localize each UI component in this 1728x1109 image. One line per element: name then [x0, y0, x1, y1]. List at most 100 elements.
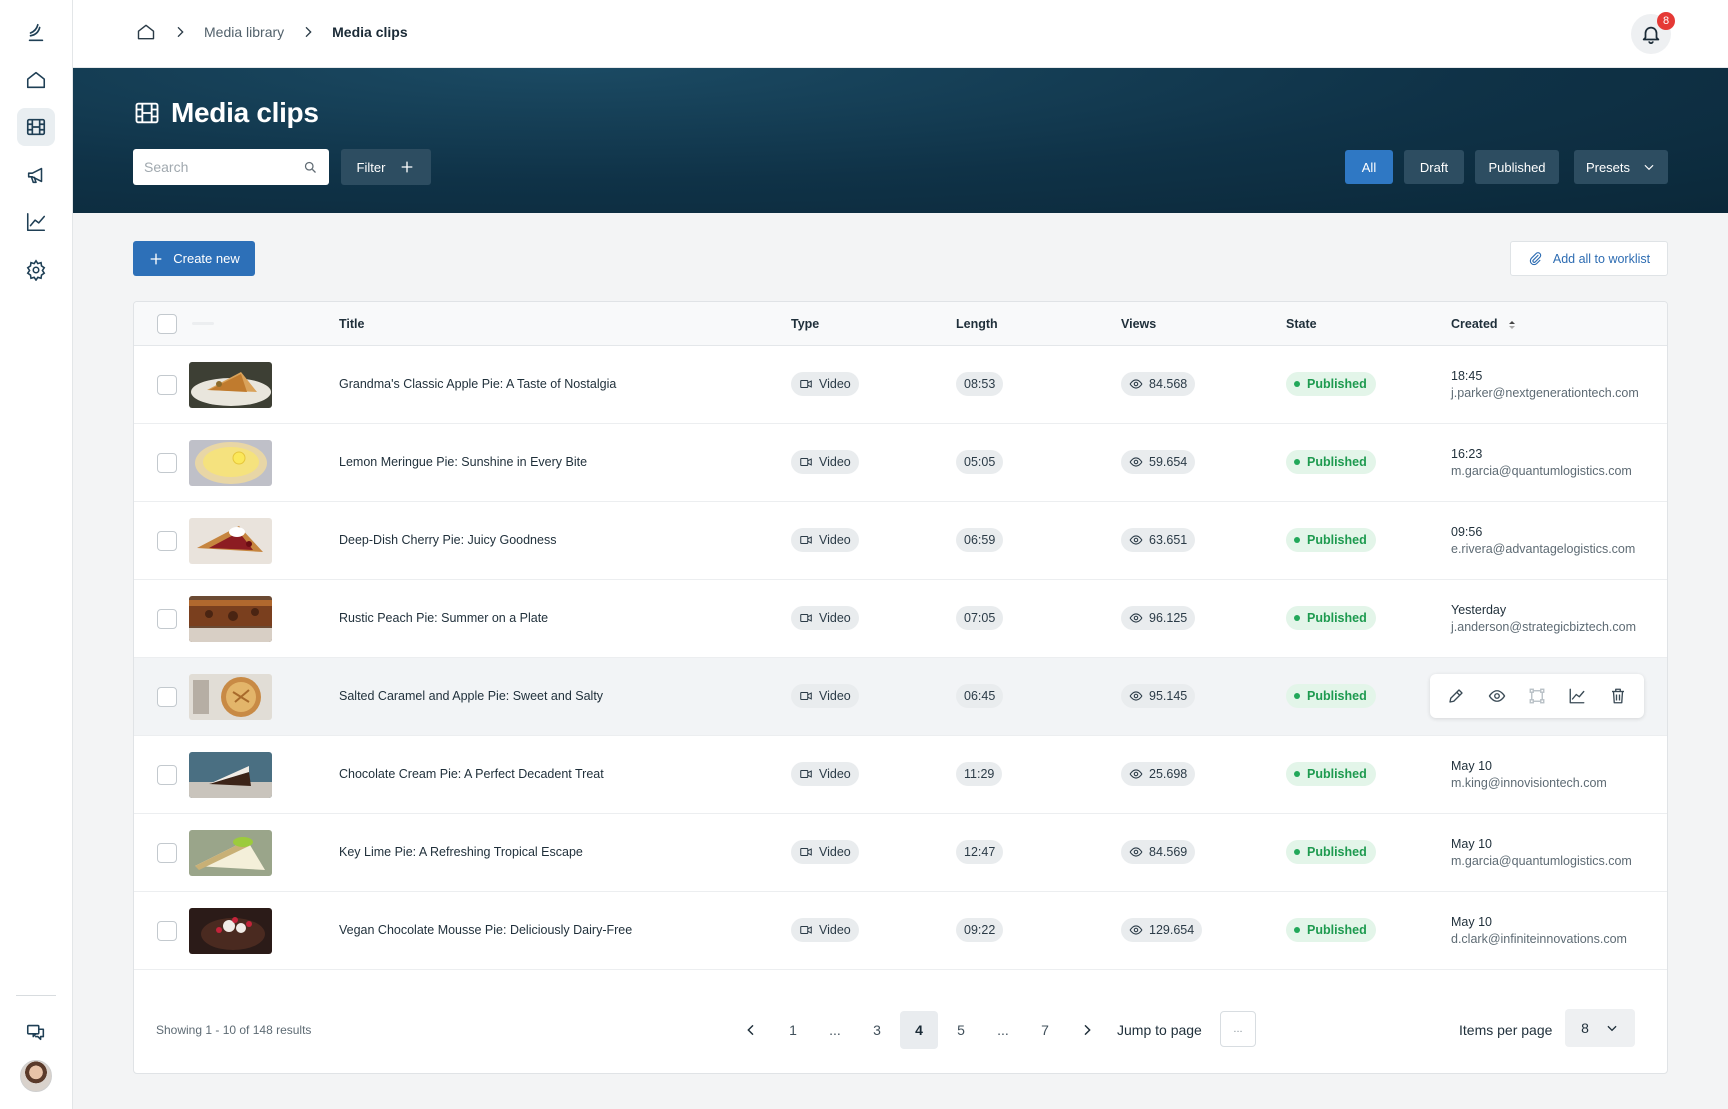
chevron-right-icon	[300, 24, 316, 40]
sidebar-item-media[interactable]	[17, 108, 55, 146]
thumbnail-header-placeholder	[192, 322, 214, 325]
table-row[interactable]: Key Lime Pie: A Refreshing Tropical Esca…	[134, 814, 1667, 892]
segment-published[interactable]: Published	[1475, 150, 1559, 184]
preview-icon[interactable]	[1488, 687, 1506, 705]
crop-icon[interactable]	[1528, 687, 1546, 705]
search-input[interactable]	[144, 159, 294, 175]
column-type[interactable]: Type	[791, 317, 819, 331]
row-checkbox[interactable]	[157, 375, 177, 395]
video-icon	[800, 535, 812, 545]
select-all-checkbox[interactable]	[157, 314, 177, 334]
create-new-button[interactable]: Create new	[133, 241, 255, 276]
table-row[interactable]: Rustic Peach Pie: Summer on a Plate Vide…	[134, 580, 1667, 658]
clip-thumbnail[interactable]	[189, 362, 272, 408]
status-label: Published	[1307, 689, 1367, 703]
clip-title[interactable]: Key Lime Pie: A Refreshing Tropical Esca…	[339, 845, 583, 859]
analytics-icon[interactable]	[1568, 687, 1586, 705]
chevron-down-icon	[1644, 164, 1654, 171]
page-button[interactable]: 7	[1026, 1011, 1064, 1049]
type-badge: Video	[791, 840, 859, 864]
clip-thumbnail[interactable]	[189, 440, 272, 486]
views-count: 63.651	[1149, 533, 1188, 547]
clip-title[interactable]: Grandma's Classic Apple Pie: A Taste of …	[339, 377, 616, 391]
app-logo-icon[interactable]	[17, 14, 55, 52]
clip-thumbnail[interactable]	[189, 830, 272, 876]
sidebar-item-settings[interactable]	[17, 251, 55, 289]
column-title[interactable]: Title	[339, 317, 364, 331]
sidebar-item-home[interactable]	[17, 61, 55, 99]
row-checkbox[interactable]	[157, 687, 177, 707]
clip-thumbnail[interactable]	[189, 674, 272, 720]
jump-to-page-input[interactable]: ...	[1220, 1011, 1256, 1047]
table-header: Title Type Length Views State Created	[134, 302, 1667, 346]
filter-button[interactable]: Filter	[341, 149, 431, 185]
gear-icon	[26, 259, 46, 281]
sidebar-item-help[interactable]	[17, 1013, 55, 1051]
created-by-email: j.anderson@strategicbiztech.com	[1451, 620, 1636, 634]
page-button[interactable]: 5	[942, 1011, 980, 1049]
column-length[interactable]: Length	[956, 317, 998, 331]
notifications-button[interactable]: 8	[1631, 12, 1675, 54]
row-checkbox[interactable]	[157, 765, 177, 785]
segment-draft[interactable]: Draft	[1404, 150, 1464, 184]
row-checkbox[interactable]	[157, 531, 177, 551]
status-dot	[1294, 927, 1300, 933]
row-checkbox[interactable]	[157, 453, 177, 473]
type-label: Video	[819, 455, 851, 469]
next-page-button[interactable]	[1068, 1011, 1106, 1049]
segment-all[interactable]: All	[1345, 150, 1393, 184]
page-button-current[interactable]: 4	[900, 1011, 938, 1049]
clip-title[interactable]: Salted Caramel and Apple Pie: Sweet and …	[339, 689, 603, 703]
clip-title[interactable]: Lemon Meringue Pie: Sunshine in Every Bi…	[339, 455, 587, 469]
avatar[interactable]	[20, 1060, 52, 1092]
status-dot	[1294, 615, 1300, 621]
video-icon	[800, 769, 812, 779]
table-row[interactable]: Deep-Dish Cherry Pie: Juicy Goodness Vid…	[134, 502, 1667, 580]
status-label: Published	[1307, 845, 1367, 859]
clip-title[interactable]: Rustic Peach Pie: Summer on a Plate	[339, 611, 548, 625]
page-button[interactable]: 1	[774, 1011, 812, 1049]
chevron-left-icon	[747, 1024, 754, 1036]
search-icon[interactable]	[303, 160, 318, 175]
type-badge: Video	[791, 606, 859, 630]
sidebar-item-campaigns[interactable]	[17, 156, 55, 194]
breadcrumb-home[interactable]	[136, 22, 156, 42]
clip-thumbnail[interactable]	[189, 518, 272, 564]
breadcrumb-media-library[interactable]: Media library	[204, 24, 284, 40]
table-row[interactable]: Vegan Chocolate Mousse Pie: Deliciously …	[134, 892, 1667, 970]
clip-title[interactable]: Deep-Dish Cherry Pie: Juicy Goodness	[339, 533, 556, 547]
sidebar	[0, 0, 73, 1109]
presets-dropdown[interactable]: Presets	[1574, 150, 1668, 184]
clip-title[interactable]: Chocolate Cream Pie: A Perfect Decadent …	[339, 767, 604, 781]
items-per-page-select[interactable]: 8	[1565, 1009, 1635, 1047]
views-badge: 25.698	[1121, 762, 1196, 786]
delete-icon[interactable]	[1609, 687, 1627, 705]
video-icon	[800, 613, 812, 623]
clip-title[interactable]: Vegan Chocolate Mousse Pie: Deliciously …	[339, 923, 632, 937]
prev-page-button[interactable]	[732, 1011, 770, 1049]
created-by-email: d.clark@infiniteinnovations.com	[1451, 932, 1627, 946]
page-button[interactable]: 3	[858, 1011, 896, 1049]
row-checkbox[interactable]	[157, 843, 177, 863]
add-to-worklist-button[interactable]: Add all to worklist	[1510, 241, 1668, 276]
row-checkbox[interactable]	[157, 921, 177, 941]
clip-thumbnail[interactable]	[189, 752, 272, 798]
type-label: Video	[819, 533, 851, 547]
created-cell: May 10 d.clark@infiniteinnovations.com	[1451, 914, 1627, 948]
clip-thumbnail[interactable]	[189, 596, 272, 642]
column-state[interactable]: State	[1286, 317, 1317, 331]
status-label: Published	[1307, 455, 1367, 469]
table-row[interactable]: Grandma's Classic Apple Pie: A Taste of …	[134, 346, 1667, 424]
column-created[interactable]: Created	[1451, 317, 1517, 331]
sidebar-item-analytics[interactable]	[17, 203, 55, 241]
app-root: Media library Media clips 8 Media clips …	[0, 0, 1728, 1109]
status-label: Published	[1307, 377, 1367, 391]
table-row[interactable]: Chocolate Cream Pie: A Perfect Decadent …	[134, 736, 1667, 814]
edit-icon[interactable]	[1447, 687, 1465, 705]
table-row[interactable]: Lemon Meringue Pie: Sunshine in Every Bi…	[134, 424, 1667, 502]
table-row[interactable]: Salted Caramel and Apple Pie: Sweet and …	[134, 658, 1667, 736]
clip-thumbnail[interactable]	[189, 908, 272, 954]
row-checkbox[interactable]	[157, 609, 177, 629]
jump-to-page-label: Jump to page	[1117, 1022, 1202, 1038]
column-views[interactable]: Views	[1121, 317, 1156, 331]
